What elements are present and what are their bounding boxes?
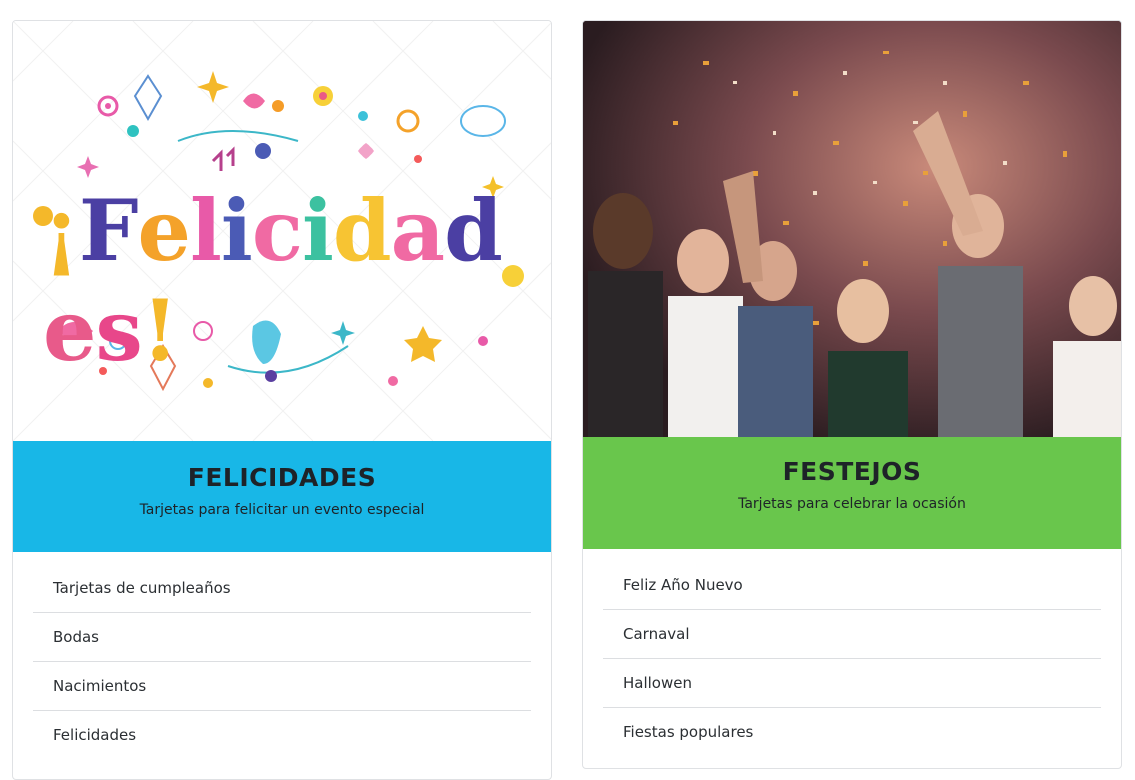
felicidades-header: FELICIDADES Tarjetas para felicitar un e…: [13, 441, 551, 552]
card-felicidades: ¡Felicidades! FELICIDADES Tarjetas para …: [12, 20, 552, 780]
card-title: FELICIDADES: [187, 463, 377, 492]
card-title: FESTEJOS: [782, 457, 922, 486]
list-item-nacimientos[interactable]: Nacimientos: [33, 662, 531, 711]
list-item-felicidades[interactable]: Felicidades: [33, 711, 531, 760]
list-item-bodas[interactable]: Bodas: [33, 613, 531, 662]
list-item-carnaval[interactable]: Carnaval: [603, 610, 1101, 659]
felicidades-lettering: ¡Felicidades!: [43, 181, 503, 380]
party-photo[interactable]: [583, 21, 1121, 437]
list-item-ano-nuevo[interactable]: Feliz Año Nuevo: [603, 561, 1101, 610]
list-item-fiestas-populares[interactable]: Fiestas populares: [603, 708, 1101, 757]
card-festejos: FESTEJOS Tarjetas para celebrar la ocasi…: [582, 20, 1122, 769]
list-item-hallowen[interactable]: Hallowen: [603, 659, 1101, 708]
felicidades-link-list: Tarjetas de cumpleaños Bodas Nacimientos…: [13, 552, 551, 760]
party-confetti-photo: [583, 21, 1121, 437]
card-subtitle: Tarjetas para felicitar un evento especi…: [139, 502, 425, 518]
card-subtitle: Tarjetas para celebrar la ocasión: [738, 496, 966, 512]
list-item-cumpleanos[interactable]: Tarjetas de cumpleaños: [33, 564, 531, 613]
festejos-link-list: Feliz Año Nuevo Carnaval Hallowen Fiesta…: [583, 549, 1121, 757]
felicidades-illustration[interactable]: ¡Felicidades!: [13, 21, 551, 441]
festejos-header: FESTEJOS Tarjetas para celebrar la ocasi…: [583, 437, 1121, 549]
